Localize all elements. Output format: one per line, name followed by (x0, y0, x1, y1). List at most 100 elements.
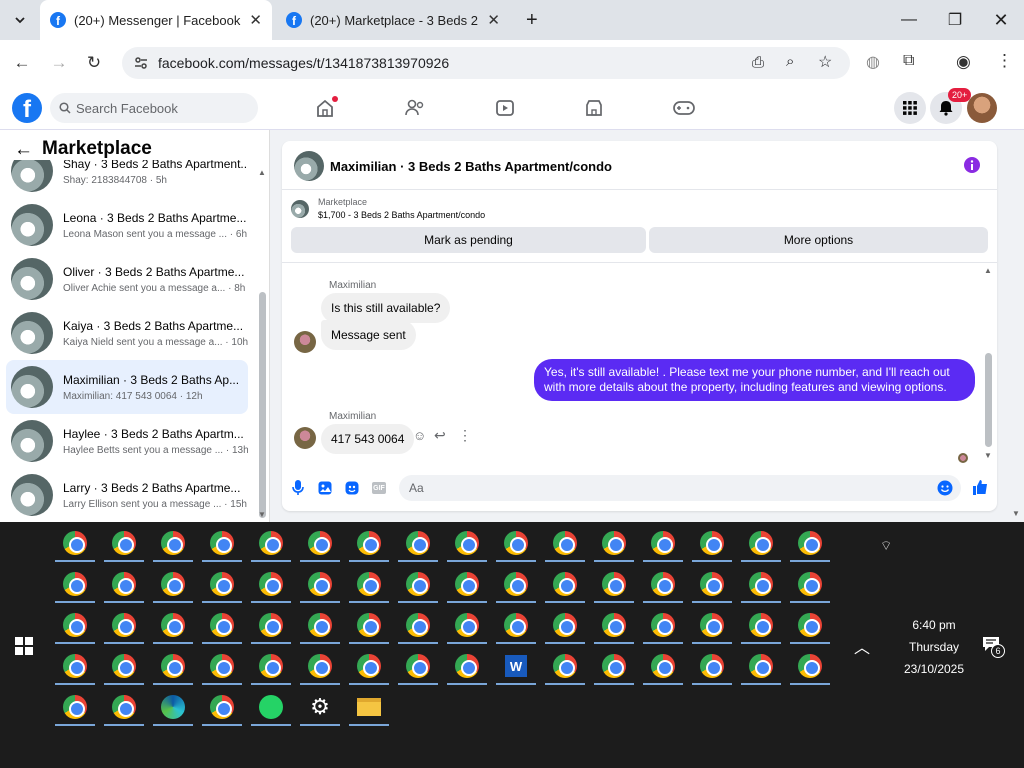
emoji-icon[interactable] (937, 480, 953, 496)
conversation-maximilian[interactable]: Maximilian · 3 Beds 2 Baths Ap... Maximil… (6, 360, 248, 414)
message-bubble-incoming[interactable]: 417 543 0064 (321, 424, 415, 454)
chat-listing-avatar[interactable] (294, 151, 324, 181)
gaming-icon[interactable] (671, 96, 697, 120)
chrome-taskbar-icon[interactable] (692, 565, 732, 603)
chrome-taskbar-icon[interactable] (790, 565, 830, 603)
more-options-button[interactable]: More options (649, 227, 988, 253)
conversation-scrollbar[interactable] (259, 292, 266, 518)
conversation-larry[interactable]: Larry · 3 Beds 2 Baths Apartme... Larry E… (6, 468, 248, 522)
notifications-button[interactable]: 20+ (930, 88, 972, 124)
conversation-shay[interactable]: Shay · 3 Beds 2 Baths Apartment... Shay: … (6, 160, 248, 198)
chrome-taskbar-icon[interactable] (790, 606, 830, 644)
react-emoji-icon[interactable]: ☺ (413, 428, 426, 443)
file-explorer-taskbar-icon[interactable] (349, 688, 389, 726)
chrome-taskbar-icon[interactable] (594, 565, 634, 603)
chrome-taskbar-icon[interactable] (692, 606, 732, 644)
chrome-taskbar-icon[interactable] (398, 524, 438, 562)
message-input[interactable]: Aa (399, 475, 961, 501)
chrome-taskbar-icon[interactable] (545, 524, 585, 562)
chrome-taskbar-icon[interactable] (300, 606, 340, 644)
chrome-taskbar-icon[interactable] (447, 524, 487, 562)
chrome-taskbar-icon[interactable] (692, 524, 732, 562)
word-taskbar-icon[interactable]: W (496, 647, 536, 685)
notification-center-button[interactable]: 6 (982, 636, 1012, 660)
search-input[interactable]: Search Facebook (50, 93, 258, 123)
restore-button[interactable]: ❐ (932, 0, 978, 40)
chrome-taskbar-icon[interactable] (447, 647, 487, 685)
back-button[interactable]: ← (9, 50, 35, 76)
chrome-taskbar-icon[interactable] (202, 565, 242, 603)
chat-scroll-down-icon[interactable]: ▼ (984, 451, 992, 460)
menu-kebab-icon[interactable]: ⋮ (996, 51, 1013, 71)
chrome-taskbar-icon[interactable] (55, 647, 95, 685)
facebook-logo-icon[interactable]: f (12, 93, 42, 123)
back-arrow-icon[interactable]: ← (14, 139, 33, 161)
chrome-taskbar-icon[interactable] (545, 606, 585, 644)
home-icon[interactable] (312, 96, 338, 120)
zoom-icon[interactable]: ⌕ (786, 53, 794, 70)
chrome-taskbar-icon[interactable] (153, 524, 193, 562)
thumbs-up-icon[interactable] (972, 479, 988, 496)
sticker-icon[interactable] (345, 481, 359, 495)
tab-marketplace[interactable]: f (20+) Marketplace - 3 Beds 2 Ba ✕ (276, 0, 510, 40)
clock[interactable]: 6:40 pm Thursday 23/10/2025 (890, 614, 978, 680)
chrome-taskbar-icon[interactable] (202, 688, 242, 726)
chrome-taskbar-icon[interactable] (104, 524, 144, 562)
scroll-up-arrow-icon[interactable]: ▲ (258, 168, 266, 177)
show-hidden-icons-chevron-icon[interactable]: ︿ (854, 634, 870, 658)
chrome-taskbar-icon[interactable] (643, 565, 683, 603)
friends-icon[interactable] (402, 96, 428, 120)
tab-messenger[interactable]: f (20+) Messenger | Facebook ✕ (40, 0, 272, 40)
network-icon[interactable]: ⌔ (880, 538, 892, 554)
chrome-taskbar-icon[interactable] (202, 647, 242, 685)
chrome-taskbar-icon[interactable] (496, 565, 536, 603)
chrome-taskbar-icon[interactable] (741, 647, 781, 685)
chrome-taskbar-icon[interactable] (496, 606, 536, 644)
chrome-taskbar-icon[interactable] (741, 565, 781, 603)
close-tab-icon[interactable]: ✕ (487, 11, 500, 29)
chrome-taskbar-icon[interactable] (741, 524, 781, 562)
chrome-taskbar-icon[interactable] (594, 524, 634, 562)
chrome-taskbar-icon[interactable] (496, 524, 536, 562)
chrome-taskbar-icon[interactable] (300, 524, 340, 562)
account-avatar[interactable] (967, 93, 997, 123)
bookmark-star-icon[interactable]: ☆ (818, 52, 832, 72)
install-app-icon[interactable]: ⎙ (752, 54, 764, 71)
chrome-taskbar-icon[interactable] (153, 565, 193, 603)
chrome-taskbar-icon[interactable] (349, 565, 389, 603)
chrome-taskbar-icon[interactable] (398, 565, 438, 603)
chat-title[interactable]: Maximilian · 3 Beds 2 Baths Apartment/co… (330, 159, 612, 174)
microphone-icon[interactable] (292, 480, 304, 496)
chrome-taskbar-icon[interactable] (594, 647, 634, 685)
reply-icon[interactable]: ↩ (434, 427, 446, 444)
chrome-taskbar-icon[interactable] (643, 524, 683, 562)
url-field[interactable]: facebook.com/messages/t/1341873813970926… (122, 47, 850, 79)
chrome-taskbar-icon[interactable] (104, 688, 144, 726)
minimize-button[interactable]: — (886, 0, 932, 40)
chrome-taskbar-icon[interactable] (349, 647, 389, 685)
new-tab-button[interactable]: + (516, 0, 546, 40)
chrome-taskbar-icon[interactable] (447, 606, 487, 644)
chrome-taskbar-icon[interactable] (349, 524, 389, 562)
chrome-taskbar-icon[interactable] (55, 565, 95, 603)
chrome-taskbar-icon[interactable] (545, 565, 585, 603)
close-tab-icon[interactable]: ✕ (249, 11, 262, 29)
edge-taskbar-icon[interactable] (153, 688, 193, 726)
chrome-taskbar-icon[interactable] (300, 565, 340, 603)
chrome-taskbar-icon[interactable] (55, 606, 95, 644)
listing-detail[interactable]: $1,700 - 3 Beds 2 Baths Apartment/condo (318, 210, 485, 220)
chrome-taskbar-icon[interactable] (741, 606, 781, 644)
chrome-taskbar-icon[interactable] (349, 606, 389, 644)
windows-start-icon[interactable] (15, 637, 33, 655)
chrome-taskbar-icon[interactable] (55, 524, 95, 562)
profile-icon[interactable]: ◉ (956, 52, 971, 72)
conversation-leona[interactable]: Leona · 3 Beds 2 Baths Apartme... Leona M… (6, 198, 248, 252)
chrome-taskbar-icon[interactable] (643, 606, 683, 644)
scroll-down-arrow-icon[interactable]: ▼ (258, 510, 266, 519)
forward-button[interactable]: → (46, 50, 72, 76)
chrome-taskbar-icon[interactable] (692, 647, 732, 685)
chrome-taskbar-icon[interactable] (104, 647, 144, 685)
chrome-taskbar-icon[interactable] (251, 647, 291, 685)
message-bubble-incoming[interactable]: Message sent (321, 320, 416, 350)
chrome-taskbar-icon[interactable] (251, 606, 291, 644)
